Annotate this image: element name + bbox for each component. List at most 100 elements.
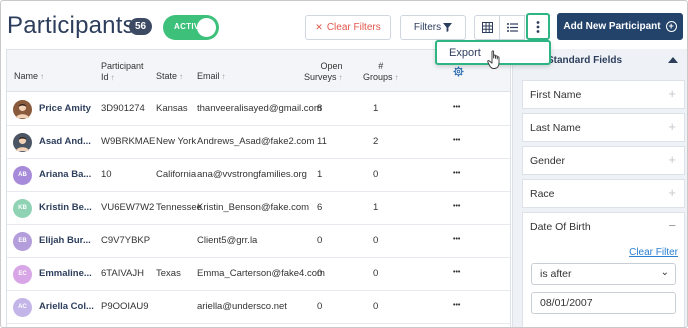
collapse-caret-icon[interactable]: [668, 57, 678, 63]
close-icon: ✕: [315, 22, 323, 32]
sort-icon: ↑: [394, 73, 399, 82]
participant-name[interactable]: Asad And...: [39, 136, 91, 147]
row-actions-icon[interactable]: •••: [453, 203, 460, 210]
plus-icon[interactable]: +: [668, 119, 676, 134]
table-row[interactable]: EC Emmaline... 6TAIVAJH Texas Emma_Carterson…: [7, 258, 510, 291]
date-of-birth-filter: Date Of Birth − Clear Filter is after ⌄ …: [522, 212, 685, 327]
open-surveys-count: 0: [317, 268, 323, 279]
participant-state: Texas: [156, 268, 181, 279]
filter-field[interactable]: Gender +: [522, 146, 685, 175]
row-actions-icon[interactable]: •••: [453, 137, 460, 144]
date-input[interactable]: 08/01/2007: [531, 292, 676, 314]
sort-icon: ↑: [338, 73, 343, 82]
plus-icon[interactable]: +: [668, 86, 676, 101]
table-row[interactable]: KB Kristin Be... VU6EW7W2 Tennessee Kristin_…: [7, 192, 510, 225]
row-actions-icon[interactable]: •••: [453, 269, 460, 276]
clear-filters-label: Clear Filters: [326, 22, 381, 33]
filters-button[interactable]: Filters: [400, 15, 466, 40]
participant-state: New York: [156, 136, 197, 147]
col-open-surveys[interactable]: Open Surveys ↑: [304, 61, 343, 83]
groups-count: 2: [373, 136, 379, 147]
col-name[interactable]: Name ↑: [14, 71, 44, 82]
avatar: KB: [13, 199, 32, 218]
filter-field-label: First Name: [530, 89, 582, 101]
filters-panel: Standard Fields First Name + Last Name + Gen…: [512, 49, 687, 327]
more-options-button[interactable]: [526, 13, 550, 40]
table-row[interactable]: AB Ariana Ba... 10 California ana@vvstrongfa…: [7, 159, 510, 192]
groups-count: 1: [373, 202, 379, 213]
participant-email: Emma_Carterson@fake4.com: [197, 268, 325, 279]
participant-email: ariella@undersco.net: [197, 301, 287, 312]
page-title: Participants: [7, 12, 135, 39]
open-surveys-count: 6: [317, 202, 323, 213]
table-row[interactable]: Price Amity 3D901274 Kansas thanveeralisaye…: [7, 93, 510, 126]
participant-id: VU6EW7W2: [101, 202, 155, 213]
operator-select-value: is after: [540, 268, 572, 280]
col-email-label: Email: [197, 71, 220, 81]
open-surveys-count: 1: [317, 169, 323, 180]
col-participant-id[interactable]: Participant Id ↑: [101, 61, 144, 83]
row-actions-icon[interactable]: •••: [453, 104, 460, 111]
sort-icon: ↑: [179, 72, 184, 81]
person-icon: [16, 136, 29, 151]
row-actions-icon[interactable]: •••: [453, 236, 460, 243]
plus-icon[interactable]: +: [668, 185, 676, 200]
person-icon: [16, 103, 29, 118]
participant-id: 10: [101, 169, 112, 180]
participant-id: 3D901274: [101, 103, 145, 114]
sort-icon: ↑: [110, 73, 115, 82]
participant-name[interactable]: Ariella Col...: [39, 301, 94, 312]
participant-name[interactable]: Kristin Be...: [39, 202, 92, 213]
groups-count: 0: [373, 169, 379, 180]
filter-field[interactable]: First Name +: [522, 80, 685, 109]
groups-count: 1: [373, 103, 379, 114]
participant-name[interactable]: Emmaline...: [39, 268, 92, 279]
filter-field[interactable]: Last Name +: [522, 113, 685, 142]
grid-icon: [481, 22, 493, 33]
sort-icon: ↑: [40, 72, 45, 81]
participant-name[interactable]: Price Amity: [39, 103, 91, 114]
filter-field-label: Last Name: [530, 122, 581, 134]
filter-field-label: Race: [530, 188, 555, 200]
toggle-knob: [197, 18, 216, 37]
clear-filters-button[interactable]: ✕ Clear Filters: [305, 15, 391, 40]
participant-email: Client5@grr.la: [197, 235, 258, 246]
col-groups[interactable]: # Groups ↑: [363, 61, 399, 83]
minus-icon[interactable]: −: [668, 218, 676, 233]
row-actions-icon[interactable]: •••: [453, 170, 460, 177]
filter-field-label: Gender: [530, 155, 566, 167]
col-state[interactable]: State ↑: [156, 71, 183, 82]
table-row[interactable]: EB Elijah Bur... C9V7YBKP Client5@grr.la 0 0 •…: [7, 225, 510, 258]
gear-icon[interactable]: [453, 66, 464, 77]
row-actions-icon[interactable]: •••: [453, 302, 460, 309]
table-row[interactable]: Asad And... W9BRKMAE New York Andrews_Asad@…: [7, 126, 510, 159]
participants-page: Participants 56 ACTIVE ✕ Clear Filters F…: [0, 0, 688, 328]
funnel-icon: [443, 23, 453, 32]
chevron-down-icon: ⌄: [660, 267, 669, 278]
participant-id: 6TAIVAJH: [101, 268, 144, 279]
avatar: AC: [13, 298, 32, 317]
participant-name[interactable]: Ariana Ba...: [39, 169, 91, 180]
participant-id: P9OOIAU9: [101, 301, 149, 312]
list-view-button[interactable]: [499, 15, 525, 40]
count-badge: 56: [129, 18, 152, 35]
col-email[interactable]: Email ↑: [197, 71, 226, 82]
sort-icon: ↑: [221, 72, 226, 81]
clear-filter-link[interactable]: Clear Filter: [629, 247, 678, 258]
active-toggle[interactable]: ACTIVE: [163, 15, 219, 40]
col-open-surveys-label-1: Open: [320, 61, 343, 71]
grid-view-button[interactable]: [474, 15, 500, 40]
export-menu-item[interactable]: Export: [449, 47, 481, 59]
participant-name[interactable]: Elijah Bur...: [39, 235, 91, 246]
add-participant-button[interactable]: Add New Participant +: [557, 13, 683, 40]
open-surveys-count: 8: [317, 103, 323, 114]
filter-field[interactable]: Race +: [522, 179, 685, 208]
operator-select[interactable]: is after ⌄: [531, 263, 676, 285]
participant-id: W9BRKMAE: [101, 136, 156, 147]
table-row[interactable]: AC Ariella Col... P9OOIAU9 ariella@undersco…: [7, 291, 510, 324]
plus-icon[interactable]: +: [668, 152, 676, 167]
filters-label: Filters: [413, 22, 442, 33]
participant-id: C9V7YBKP: [101, 235, 151, 246]
vertical-dots-icon: [536, 20, 540, 33]
standard-fields-title: Standard Fields: [547, 55, 623, 66]
